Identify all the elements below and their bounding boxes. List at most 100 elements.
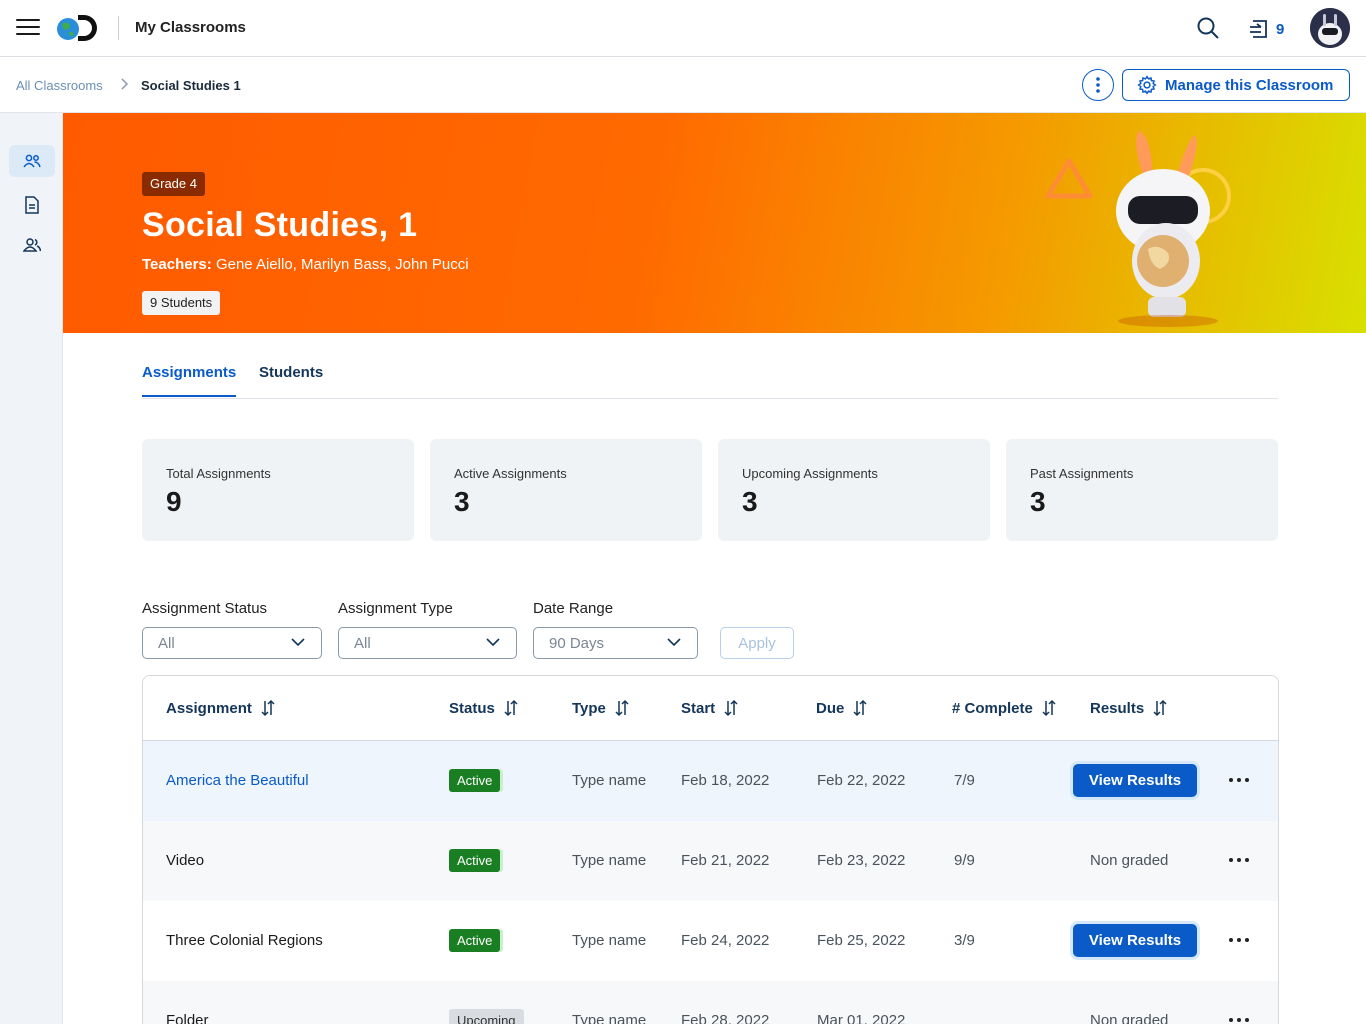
teachers-label: Teachers: bbox=[142, 256, 212, 273]
stat-value: 3 bbox=[742, 486, 758, 517]
status-badge: Active bbox=[449, 929, 501, 952]
chevron-down-icon bbox=[667, 638, 681, 647]
sidebar bbox=[0, 113, 63, 1024]
sidebar-item-users[interactable] bbox=[9, 229, 55, 261]
stat-label: Total Assignments bbox=[166, 466, 271, 481]
assignment-name[interactable]: Three Colonial Regions bbox=[166, 932, 323, 949]
stat-card-total: Total Assignments 9 bbox=[142, 439, 414, 541]
start-cell: Feb 24, 2022 bbox=[681, 932, 770, 949]
start-cell: Feb 18, 2022 bbox=[681, 772, 770, 789]
more-options-button[interactable] bbox=[1082, 69, 1114, 101]
class-banner: Grade 4 Social Studies, 1 Teachers: Gene… bbox=[63, 113, 1366, 333]
column-status[interactable]: Status bbox=[449, 699, 518, 717]
discovery-logo[interactable] bbox=[56, 12, 102, 44]
class-title: Social Studies, 1 bbox=[142, 206, 418, 244]
sort-icon bbox=[724, 699, 738, 717]
app-title: My Classrooms bbox=[135, 19, 246, 36]
assignment-status-label: Assignment Status bbox=[142, 600, 268, 617]
tab-assignments[interactable]: Assignments bbox=[142, 364, 237, 397]
view-results-button[interactable]: View Results bbox=[1073, 764, 1197, 797]
table-row: Three Colonial Regions Active Type name … bbox=[143, 901, 1278, 981]
column-results[interactable]: Results bbox=[1090, 699, 1167, 717]
assignment-name[interactable]: Video bbox=[166, 852, 204, 869]
status-badge: Active bbox=[449, 769, 501, 792]
top-bar: My Classrooms 9 bbox=[0, 0, 1366, 57]
date-range-select[interactable]: 90 Days bbox=[533, 627, 698, 659]
type-cell: Type name bbox=[572, 772, 647, 789]
chevron-right-icon bbox=[121, 78, 129, 90]
results-cell: Non graded bbox=[1090, 852, 1169, 869]
due-cell: Feb 25, 2022 bbox=[817, 932, 906, 949]
breadcrumb-bar: All Classrooms Social Studies 1 Manage t… bbox=[0, 57, 1366, 113]
column-label: Type bbox=[572, 699, 606, 717]
tab-bar: Assignments Students bbox=[142, 360, 1278, 399]
assignment-status-value: All bbox=[158, 634, 175, 652]
sidebar-item-assignments[interactable] bbox=[9, 189, 55, 221]
column-label: # Complete bbox=[952, 699, 1033, 717]
more-icon[interactable] bbox=[1229, 852, 1249, 868]
notifications-icon bbox=[1250, 20, 1267, 38]
teachers-line: Teachers: Gene Aiello, Marilyn Bass, Joh… bbox=[142, 256, 469, 273]
type-cell: Type name bbox=[572, 932, 647, 949]
breadcrumb-current: Social Studies 1 bbox=[141, 78, 241, 93]
apply-button[interactable]: Apply bbox=[720, 627, 794, 659]
search-icon[interactable] bbox=[1196, 16, 1220, 40]
sort-icon bbox=[261, 699, 275, 717]
more-icon[interactable] bbox=[1229, 772, 1249, 788]
sort-icon bbox=[1042, 699, 1056, 717]
table-row: America the Beautiful Active Type name F… bbox=[143, 741, 1278, 821]
assignment-status-select[interactable]: All bbox=[142, 627, 322, 659]
assignment-name-link[interactable]: America the Beautiful bbox=[166, 772, 309, 789]
stat-value: 9 bbox=[166, 486, 182, 517]
assignment-type-label: Assignment Type bbox=[338, 600, 453, 617]
column-label: Results bbox=[1090, 699, 1145, 717]
column-label: Status bbox=[449, 699, 495, 717]
status-badge: Active bbox=[449, 849, 501, 872]
chevron-down-icon bbox=[486, 638, 500, 647]
tab-students[interactable]: Students bbox=[259, 364, 323, 395]
notifications-button[interactable]: 9 bbox=[1248, 17, 1284, 41]
complete-cell: 7/9 bbox=[954, 772, 975, 789]
due-cell: Feb 23, 2022 bbox=[817, 852, 906, 869]
more-icon[interactable] bbox=[1229, 932, 1249, 948]
students-badge: 9 Students bbox=[142, 291, 221, 315]
manage-classroom-label: Manage this Classroom bbox=[1165, 76, 1334, 94]
complete-cell: 3/9 bbox=[954, 932, 975, 949]
assignment-type-select[interactable]: All bbox=[338, 627, 517, 659]
document-icon bbox=[25, 196, 39, 214]
breadcrumb-all-classrooms[interactable]: All Classrooms bbox=[16, 78, 103, 93]
hamburger-icon[interactable] bbox=[16, 19, 40, 37]
column-complete[interactable]: # Complete bbox=[952, 699, 1056, 717]
view-results-button[interactable]: View Results bbox=[1073, 924, 1197, 957]
column-due[interactable]: Due bbox=[816, 699, 867, 717]
sort-icon bbox=[853, 699, 867, 717]
assignment-name[interactable]: Folder bbox=[166, 1012, 209, 1024]
column-type[interactable]: Type bbox=[572, 699, 629, 717]
date-range-value: 90 Days bbox=[549, 634, 605, 652]
users-icon bbox=[23, 238, 41, 252]
stat-label: Upcoming Assignments bbox=[742, 466, 878, 481]
avatar[interactable] bbox=[1310, 8, 1350, 48]
column-start[interactable]: Start bbox=[681, 699, 738, 717]
assignment-type-value: All bbox=[354, 634, 371, 652]
table-row: Folder Upcoming Type name Feb 28, 2022 M… bbox=[143, 981, 1278, 1024]
type-cell: Type name bbox=[572, 852, 647, 869]
complete-cell: 9/9 bbox=[954, 852, 975, 869]
stat-label: Active Assignments bbox=[454, 466, 567, 481]
table-header: Assignment Status Type Start Due # Compl… bbox=[143, 676, 1278, 741]
stat-value: 3 bbox=[454, 486, 470, 517]
classroom-icon bbox=[23, 154, 41, 168]
date-range-label: Date Range bbox=[533, 600, 614, 617]
table-row: Video Active Type name Feb 21, 2022 Feb … bbox=[143, 821, 1278, 901]
results-cell: Non graded bbox=[1090, 1012, 1169, 1024]
column-label: Due bbox=[816, 699, 845, 717]
more-icon[interactable] bbox=[1229, 1012, 1249, 1024]
sidebar-item-classroom[interactable] bbox=[9, 145, 55, 177]
topbar-divider bbox=[118, 16, 119, 40]
stat-card-active: Active Assignments 3 bbox=[430, 439, 702, 541]
manage-classroom-button[interactable]: Manage this Classroom bbox=[1122, 69, 1350, 101]
column-label: Start bbox=[681, 699, 716, 717]
start-cell: Feb 21, 2022 bbox=[681, 852, 770, 869]
sort-icon bbox=[1153, 699, 1167, 717]
column-assignment[interactable]: Assignment bbox=[166, 699, 275, 717]
